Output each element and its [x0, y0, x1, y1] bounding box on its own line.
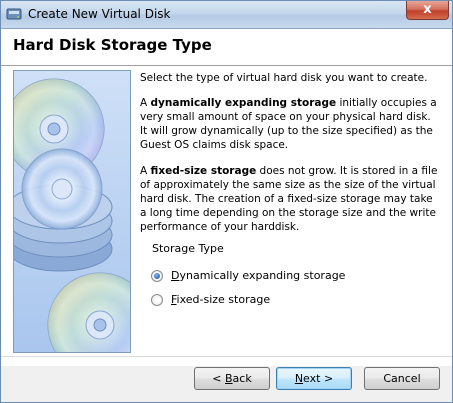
wizard-body: Select the type of virtual hard disk you…	[1, 66, 452, 366]
fixed-bold-term: fixed-size storage	[150, 165, 257, 177]
close-icon: x	[423, 2, 432, 17]
stacked-discs-icon	[14, 78, 130, 352]
radio-button-unchecked[interactable]	[151, 294, 163, 306]
page-title: Hard Disk Storage Type	[13, 36, 212, 54]
footer-divider	[1, 356, 452, 357]
dynamic-prefix: A	[140, 97, 151, 109]
fixed-description: A fixed-size storage does not grow. It i…	[140, 164, 440, 234]
storage-type-label: Storage Type	[150, 242, 226, 255]
radio-dynamic-label[interactable]: Dynamically expanding storage	[171, 269, 345, 282]
dynamic-description: A dynamically expanding storage initiall…	[140, 96, 440, 152]
wizard-header: Hard Disk Storage Type	[1, 29, 452, 66]
intro-text: Select the type of virtual hard disk you…	[140, 72, 428, 84]
dynamic-bold-term: dynamically expanding storage	[150, 97, 337, 109]
disk-illustration	[13, 70, 131, 353]
back-button[interactable]: < Back	[194, 367, 270, 390]
dialog-window: Create New Virtual Disk x Hard Disk Stor…	[0, 0, 453, 403]
window-title: Create New Virtual Disk	[28, 7, 171, 21]
storage-type-group: Storage Type Dynamically expanding stora…	[142, 242, 445, 309]
cancel-button[interactable]: Cancel	[364, 367, 440, 390]
next-button[interactable]: Next >	[276, 367, 352, 390]
radio-button-checked[interactable]	[151, 270, 163, 282]
close-button[interactable]: x	[406, 1, 449, 20]
title-bar[interactable]: Create New Virtual Disk x	[1, 1, 452, 29]
radio-fixed-label[interactable]: Fixed-size storage	[171, 293, 270, 306]
fixed-prefix: A	[140, 165, 151, 177]
virtual-disk-icon	[6, 8, 22, 20]
